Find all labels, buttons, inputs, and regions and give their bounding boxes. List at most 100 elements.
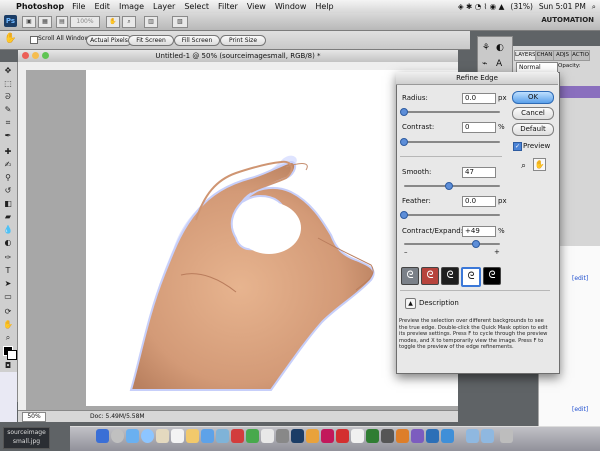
print-size-button[interactable]: Print Size bbox=[220, 35, 266, 46]
quick-mask-preview-icon[interactable]: ᘓ bbox=[421, 267, 439, 285]
shape-tool-icon[interactable]: ▭ bbox=[2, 291, 14, 302]
contrast-input[interactable]: 0 bbox=[462, 122, 496, 133]
zoom-level-field[interactable]: 50% bbox=[22, 412, 46, 422]
adjustments-panel-icon[interactable]: ◐ bbox=[496, 43, 504, 53]
arrange-documents-icon[interactable]: ▥ bbox=[144, 16, 158, 28]
default-button[interactable]: Default bbox=[512, 123, 554, 136]
app-icon[interactable] bbox=[426, 429, 439, 443]
ical-icon[interactable] bbox=[231, 429, 244, 443]
battery-status[interactable]: (31%) bbox=[510, 2, 533, 11]
description-toggle-icon[interactable]: ▲ bbox=[405, 298, 416, 309]
eyedropper-tool-icon[interactable]: ✒ bbox=[2, 130, 14, 141]
menu-file[interactable]: File bbox=[72, 2, 85, 11]
quick-mask-icon[interactable]: ◘ bbox=[2, 360, 14, 371]
contract-expand-slider-track[interactable] bbox=[404, 243, 500, 245]
tab-layers[interactable]: LAYERS bbox=[514, 50, 536, 61]
edit-link[interactable]: [edit] bbox=[572, 275, 588, 282]
dashboard-icon[interactable] bbox=[111, 429, 124, 443]
history-brush-tool-icon[interactable]: ↺ bbox=[2, 185, 14, 196]
history-panel-icon[interactable]: ⌁ bbox=[482, 59, 487, 69]
feather-input[interactable]: 0.0 bbox=[462, 196, 496, 207]
hand-tool-icon[interactable]: ✋ bbox=[106, 16, 120, 28]
guides-icon[interactable]: ▤ bbox=[56, 16, 68, 28]
menu-filter[interactable]: Filter bbox=[218, 2, 238, 11]
iphoto-icon[interactable] bbox=[216, 429, 229, 443]
tab-channels[interactable]: CHAN bbox=[535, 50, 554, 61]
menu-help[interactable]: Help bbox=[315, 2, 333, 11]
cancel-button[interactable]: Cancel bbox=[512, 107, 554, 120]
marquee-tool-icon[interactable]: ⬚ bbox=[2, 78, 14, 89]
zoom-window-button[interactable] bbox=[42, 52, 49, 59]
fit-screen-button[interactable]: Fit Screen bbox=[128, 35, 174, 46]
blur-tool-icon[interactable]: 💧 bbox=[2, 224, 14, 235]
illustrator-dock-icon[interactable] bbox=[306, 429, 319, 443]
menu-window[interactable]: Window bbox=[275, 2, 307, 11]
finder-icon[interactable] bbox=[96, 429, 109, 443]
menu-view[interactable]: View bbox=[247, 2, 266, 11]
hand-tool-icon[interactable]: ✋ bbox=[533, 158, 546, 171]
layer-row-selected[interactable] bbox=[560, 86, 600, 98]
menu-select[interactable]: Select bbox=[184, 2, 209, 11]
healing-brush-tool-icon[interactable]: ✚ bbox=[2, 146, 14, 157]
facetime-icon[interactable] bbox=[246, 429, 259, 443]
spotlight-icon[interactable]: ⌕ bbox=[592, 2, 596, 12]
ok-button[interactable]: OK bbox=[512, 91, 554, 104]
preview-app-icon[interactable] bbox=[261, 429, 274, 443]
pen-tool-icon[interactable]: ✑ bbox=[2, 252, 14, 263]
hand-tool-preset-icon[interactable]: ✋ bbox=[4, 33, 18, 46]
garageband-icon[interactable] bbox=[186, 429, 199, 443]
zoom-level-select[interactable]: 100% bbox=[70, 16, 100, 28]
radius-slider-track[interactable] bbox=[404, 111, 500, 113]
type-tool-icon[interactable]: T bbox=[2, 265, 14, 276]
zoom-tool-icon[interactable]: ⌕ bbox=[2, 332, 14, 343]
menubar-clock[interactable]: Sun 5:01 PM bbox=[539, 2, 586, 11]
path-selection-tool-icon[interactable]: ➤ bbox=[2, 278, 14, 289]
scroll-all-windows-checkbox[interactable] bbox=[30, 36, 38, 44]
terminal-icon[interactable] bbox=[381, 429, 394, 443]
smooth-input[interactable]: 47 bbox=[462, 167, 496, 178]
desktop-file-icon[interactable]: sourceimage small.jpg bbox=[3, 427, 50, 449]
mail-icon[interactable] bbox=[126, 429, 139, 443]
gradient-tool-icon[interactable]: ▰ bbox=[2, 211, 14, 222]
menu-image[interactable]: Image bbox=[119, 2, 144, 11]
eraser-tool-icon[interactable]: ◧ bbox=[2, 198, 14, 209]
menu-edit[interactable]: Edit bbox=[94, 2, 110, 11]
indesign-dock-icon[interactable] bbox=[321, 429, 334, 443]
black-background-preview-icon[interactable]: ᘓ bbox=[441, 267, 459, 285]
fill-screen-button[interactable]: Fill Screen bbox=[174, 35, 220, 46]
brush-tool-icon[interactable]: ✍ bbox=[2, 159, 14, 170]
3d-rotate-tool-icon[interactable]: ⟳ bbox=[2, 306, 14, 317]
white-background-preview-icon[interactable]: ᘓ bbox=[461, 267, 481, 287]
address-book-icon[interactable] bbox=[171, 429, 184, 443]
radius-slider-knob[interactable] bbox=[400, 108, 408, 116]
acrobat-dock-icon[interactable] bbox=[336, 429, 349, 443]
app-icon[interactable] bbox=[441, 429, 454, 443]
preview-checkbox[interactable]: ✓ bbox=[513, 142, 522, 151]
system-preferences-icon[interactable] bbox=[276, 429, 289, 443]
character-panel-icon[interactable]: A bbox=[496, 59, 502, 69]
trash-icon[interactable] bbox=[500, 429, 513, 443]
excel-icon[interactable] bbox=[366, 429, 379, 443]
brush-panel-icon[interactable]: ⚘ bbox=[482, 43, 490, 53]
zoom-tool-icon[interactable]: ⌕ bbox=[521, 161, 526, 171]
bridge-icon[interactable]: ▣ bbox=[22, 16, 36, 28]
textedit-icon[interactable] bbox=[351, 429, 364, 443]
contrast-slider-knob[interactable] bbox=[400, 138, 408, 146]
dodge-tool-icon[interactable]: ◐ bbox=[2, 237, 14, 248]
firefox-icon[interactable] bbox=[396, 429, 409, 443]
mask-preview-icon[interactable]: ᘓ bbox=[483, 267, 501, 285]
lasso-tool-icon[interactable]: ᘐ bbox=[2, 91, 14, 102]
move-tool-icon[interactable]: ✥ bbox=[2, 65, 14, 76]
minibridge-icon[interactable]: ▦ bbox=[38, 16, 52, 28]
screen-mode-icon[interactable]: ▧ bbox=[172, 16, 188, 28]
tab-adjustments[interactable]: ADJS bbox=[553, 50, 572, 61]
workspace-switcher[interactable]: AUTOMATION bbox=[541, 16, 594, 24]
documents-folder-icon[interactable] bbox=[481, 429, 494, 443]
ichat-icon[interactable] bbox=[156, 429, 169, 443]
contract-expand-slider-knob[interactable] bbox=[471, 240, 480, 248]
standard-preview-icon[interactable]: ᘓ bbox=[401, 267, 419, 285]
close-window-button[interactable] bbox=[22, 52, 29, 59]
contract-expand-input[interactable]: +49 bbox=[462, 226, 496, 237]
quick-selection-tool-icon[interactable]: ✎ bbox=[2, 104, 14, 115]
app-icon[interactable] bbox=[411, 429, 424, 443]
